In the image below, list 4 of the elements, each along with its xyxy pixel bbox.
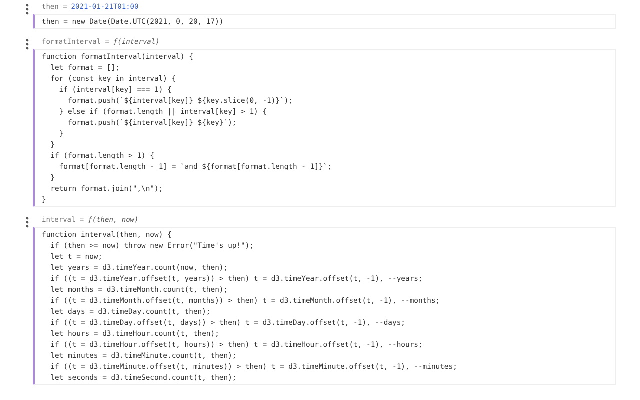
code-editor[interactable] bbox=[33, 227, 616, 385]
cell-menu-icon[interactable] bbox=[26, 217, 29, 228]
cell-menu-icon[interactable] bbox=[26, 4, 29, 15]
cell-menu-icon[interactable] bbox=[26, 39, 29, 50]
